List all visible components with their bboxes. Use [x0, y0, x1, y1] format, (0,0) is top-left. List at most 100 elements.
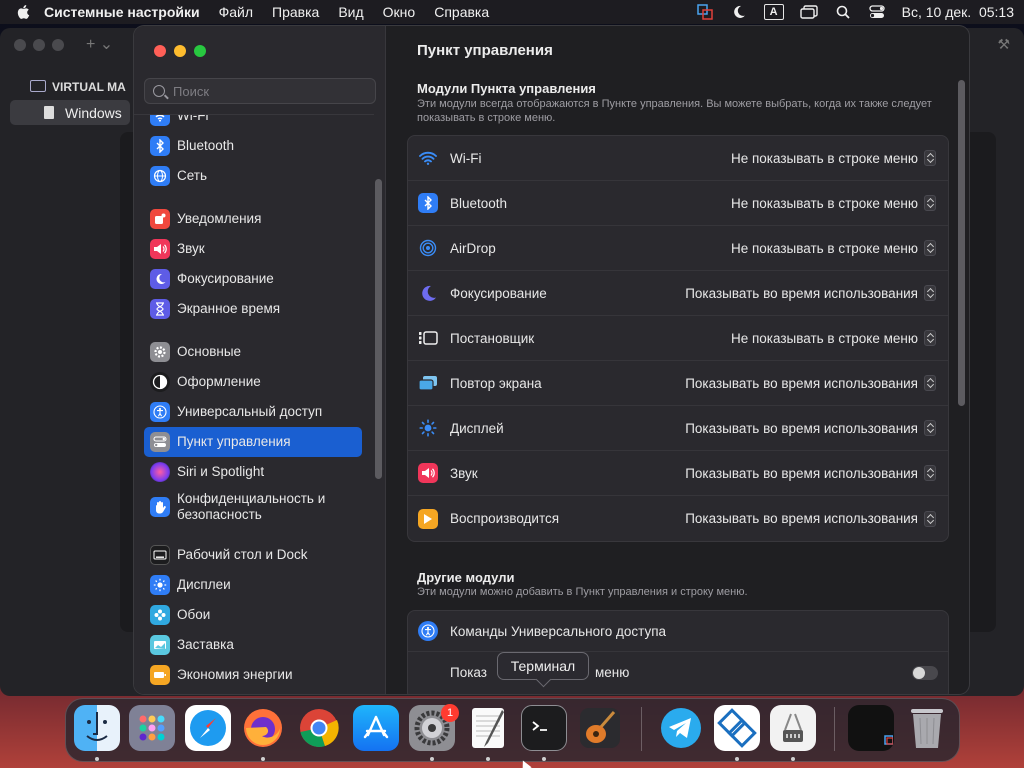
wallpaper-flower-icon	[150, 605, 170, 625]
safari-icon[interactable]	[185, 705, 231, 751]
select-value: Показывать во время использования	[685, 511, 918, 526]
module-row-sound: Звук Показывать во время использования	[408, 451, 948, 496]
module-visibility-select[interactable]: Показывать во время использования	[685, 465, 936, 481]
zoom-window-button[interactable]	[194, 45, 206, 57]
module-visibility-select[interactable]: Не показывать в строке меню	[731, 240, 936, 256]
sidebar-item-screen-time[interactable]: Экранное время	[144, 294, 362, 324]
menu-edit[interactable]: Правка	[272, 4, 319, 20]
sidebar-search-field[interactable]: Поиск	[144, 78, 376, 104]
minimized-window-thumbnail[interactable]	[848, 705, 894, 751]
other-modules-description: Эти модули можно добавить в Пункт управл…	[417, 586, 748, 598]
menu-clock[interactable]: Вс, 10 дек. 05:13	[902, 4, 1014, 20]
tools-icon[interactable]: ⚒	[997, 36, 1010, 53]
module-label: Bluetooth	[450, 195, 508, 211]
module-visibility-select[interactable]: Показывать во время использования	[685, 285, 936, 301]
running-indicator	[542, 757, 546, 761]
close-window-button[interactable]	[154, 45, 166, 57]
firefox-icon[interactable]	[240, 705, 286, 751]
network-globe-icon	[150, 166, 170, 186]
sidebar-item-notifications[interactable]: Уведомления	[144, 204, 362, 234]
input-source-icon[interactable]: A	[763, 4, 784, 20]
module-visibility-select[interactable]: Не показывать в строке меню	[731, 195, 936, 211]
focus-moon-icon[interactable]	[730, 4, 748, 20]
menu-window[interactable]: Окно	[383, 4, 416, 20]
spotlight-search-icon[interactable]	[834, 4, 852, 20]
select-value: Не показывать в строке меню	[730, 195, 918, 211]
sidebar-item-label: Экономия энергии	[177, 667, 293, 682]
apple-menu-icon[interactable]	[16, 4, 30, 20]
menu-view[interactable]: Вид	[338, 4, 363, 20]
garageband-icon[interactable]	[577, 705, 623, 751]
other-modules-card: Команды Универсального доступа Показ мен…	[407, 610, 949, 694]
control-center-icon[interactable]	[868, 4, 886, 20]
stage-manager-icon	[418, 328, 438, 348]
stage-manager-icon[interactable]	[799, 4, 818, 20]
sidebar-item-general[interactable]: Основные	[144, 337, 362, 367]
vm-list-item[interactable]: Windows	[10, 100, 130, 125]
trash-icon[interactable]	[904, 705, 950, 751]
sidebar-item-displays[interactable]: Дисплеи	[144, 570, 362, 600]
module-visibility-select[interactable]: Не показывать в строке меню	[731, 330, 936, 346]
app-store-icon[interactable]	[353, 705, 399, 751]
dock-separator	[834, 707, 835, 751]
menu-app-name[interactable]: Системные настройки	[44, 4, 200, 20]
show-in-menu-bar-toggle[interactable]	[912, 665, 938, 680]
sidebar-item-wifi[interactable]: Wi-Fi	[144, 115, 362, 131]
bg-window-traffic-lights[interactable]	[14, 39, 64, 51]
module-visibility-select[interactable]: Показывать во время использования	[685, 420, 936, 436]
add-vm-icon[interactable]: + ⌄	[86, 34, 113, 54]
sidebar-scrollbar[interactable]	[375, 179, 382, 479]
general-gear-icon	[150, 342, 170, 362]
virtualbox-status-icon[interactable]	[696, 4, 714, 20]
sidebar-item-label: Конфиденциальность и безопасность	[177, 491, 326, 522]
chrome-icon[interactable]	[296, 705, 342, 751]
select-value: Не показывать в строке меню	[730, 240, 918, 256]
show-in-menu-bar-label: Показ	[450, 665, 487, 680]
sidebar-item-siri-spotlight[interactable]: Siri и Spotlight	[144, 457, 362, 487]
running-indicator	[486, 757, 490, 761]
launchpad-icon[interactable]	[129, 705, 175, 751]
sidebar-item-label: Сеть	[177, 168, 208, 183]
sidebar-item-focus[interactable]: Фокусирование	[144, 264, 362, 294]
sidebar-item-control-center[interactable]: Пункт управления	[144, 427, 362, 457]
chevron-updown-icon	[924, 420, 936, 436]
module-visibility-select[interactable]: Показывать во время использования	[685, 510, 936, 527]
telegram-icon[interactable]	[658, 705, 704, 751]
system-settings-dock-icon[interactable]: 1	[409, 704, 459, 751]
main-scrollbar[interactable]	[958, 80, 965, 406]
running-indicator	[95, 757, 99, 761]
sidebar-item-wallpaper[interactable]: Обои	[144, 600, 362, 630]
chevron-updown-icon	[924, 195, 936, 211]
sidebar-item-network[interactable]: Сеть	[144, 161, 362, 191]
virtualbox-icon[interactable]	[714, 705, 760, 751]
module-visibility-select[interactable]: Не показывать в строке меню	[731, 150, 936, 166]
sidebar-item-accessibility[interactable]: Универсальный доступ	[144, 397, 362, 427]
select-value: Показывать во время использования	[685, 375, 918, 391]
sidebar-item-desktop-dock[interactable]: Рабочий стол и Dock	[144, 540, 362, 570]
textedit-icon[interactable]	[465, 705, 511, 751]
chevron-updown-icon	[924, 240, 936, 256]
sidebar-item-appearance[interactable]: Оформление	[144, 367, 362, 397]
finder-icon[interactable]	[74, 705, 120, 751]
sidebar-item-bluetooth[interactable]: Bluetooth	[144, 131, 362, 161]
accessibility-icon	[418, 621, 438, 641]
sidebar-item-privacy[interactable]: Конфиденциальность и безопасность	[144, 487, 362, 527]
control-center-icon	[150, 432, 170, 452]
minimize-window-button[interactable]	[174, 45, 186, 57]
menu-file[interactable]: Файл	[219, 4, 253, 20]
menu-help[interactable]: Справка	[434, 4, 489, 20]
page-title: Пункт управления	[417, 42, 553, 59]
notification-badge: 1	[441, 704, 459, 722]
chevron-updown-icon	[924, 150, 936, 166]
module-visibility-select[interactable]: Показывать во время использования	[685, 375, 936, 391]
sidebar-item-screensaver[interactable]: Заставка	[144, 630, 362, 660]
modules-section-title: Модули Пункта управления	[417, 81, 596, 96]
bluetooth-icon	[150, 136, 170, 156]
show-in-menu-bar-row: Показ меню	[408, 652, 948, 693]
system-information-icon[interactable]	[770, 705, 816, 751]
sidebar-item-energy-saver[interactable]: Экономия энергии	[144, 660, 362, 690]
sidebar-item-sound[interactable]: Звук	[144, 234, 362, 264]
terminal-icon[interactable]	[521, 705, 567, 751]
privacy-hand-icon	[150, 497, 170, 517]
select-value: Показывать во время использования	[685, 285, 918, 301]
